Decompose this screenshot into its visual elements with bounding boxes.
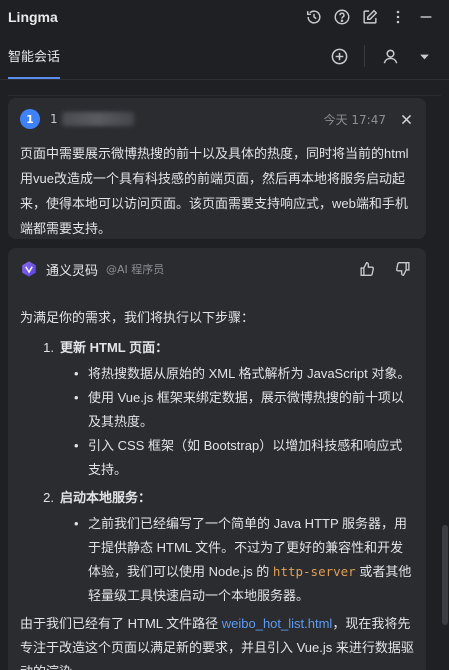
edit-icon[interactable] xyxy=(357,4,383,30)
history-icon[interactable] xyxy=(301,4,327,30)
user-icon[interactable] xyxy=(377,43,403,69)
tab-smart-chat[interactable]: 智能会话 xyxy=(8,46,61,79)
user-name-text: 1 xyxy=(50,111,58,126)
step-title: 更新 HTML 页面： xyxy=(60,340,169,355)
bullet-text: 之前我们已经编写了一个简单的 Java HTTP 服务器，用于提供静态 HTML… xyxy=(88,512,414,608)
step-heading: 1. 更新 HTML 页面： xyxy=(34,336,414,360)
bullet-item: • 之前我们已经编写了一个简单的 Java HTTP 服务器，用于提供静态 HTM… xyxy=(74,512,414,608)
bullet-text: 引入 CSS 框架（如 Bootstrap）以增加科技感和响应式支持。 xyxy=(88,438,403,477)
user-name: 1 xyxy=(50,112,134,127)
more-icon[interactable] xyxy=(385,4,411,30)
feedback-actions xyxy=(356,258,414,280)
ai-outro: 由于我们已经有了 HTML 文件路径 weibo_hot_list.html，现… xyxy=(20,612,414,670)
add-icon[interactable] xyxy=(326,43,352,69)
minimize-icon[interactable] xyxy=(413,4,439,30)
bullet-item: • 引入 CSS 框架（如 Bootstrap）以增加科技感和响应式支持。 xyxy=(74,434,414,482)
bullet-text: 使用 Vue.js 框架来绑定数据，展示微博热搜的前十项以及其热度。 xyxy=(88,390,404,429)
bullet-list: • 之前我们已经编写了一个简单的 Java HTTP 服务器，用于提供静态 HTM… xyxy=(74,512,414,608)
user-message-header: 1 1 今天 17:47 xyxy=(20,108,414,130)
dropdown-icon[interactable] xyxy=(411,43,437,69)
user-message-text: 页面中需要展示微博热搜的前十以及具体的热度，同时将当前的html用vue改造成一… xyxy=(20,146,409,236)
ai-name: 通义灵码 xyxy=(46,262,99,278)
file-link[interactable]: weibo_hot_list.html xyxy=(222,616,333,631)
close-icon[interactable] xyxy=(398,111,414,127)
message-time: 今天 17:47 xyxy=(323,112,386,127)
step-item: 1. 更新 HTML 页面： • 将热搜数据从原始的 XML 格式解析为 Java… xyxy=(20,336,414,482)
thumbs-up-icon[interactable] xyxy=(356,258,378,280)
outro-prefix: 由于我们已经有了 HTML 文件路径 xyxy=(20,616,222,631)
tongyi-logo-icon xyxy=(22,261,36,277)
bullet-item: • 使用 Vue.js 框架来绑定数据，展示微博热搜的前十项以及其热度。 xyxy=(74,386,414,434)
step-title: 启动本地服务： xyxy=(60,490,152,505)
title-bar: Lingma xyxy=(0,0,449,34)
step-item: 2. 启动本地服务： • 之前我们已经编写了一个简单的 Java HTTP 服务器… xyxy=(20,486,414,608)
ai-role-tag: @AI 程序员 xyxy=(106,263,165,276)
lingma-panel: Lingma 智能会话 1 1 今天 17:47 页面中需要展示微博热搜的前十以… xyxy=(0,0,449,670)
inline-code: http-server xyxy=(272,564,356,579)
thumbs-down-icon[interactable] xyxy=(392,258,414,280)
step-heading: 2. 启动本地服务： xyxy=(34,486,414,510)
previous-content-edge xyxy=(8,80,441,96)
bullet-list: • 将热搜数据从原始的 XML 格式解析为 JavaScript 对象。 • 使用 … xyxy=(74,362,414,482)
redacted-name xyxy=(61,112,134,127)
help-icon[interactable] xyxy=(329,4,355,30)
step-number: 1. xyxy=(43,340,54,355)
app-title: Lingma xyxy=(8,9,58,25)
step-number: 2. xyxy=(43,490,54,505)
ai-message-card: 通义灵码 @AI 程序员 为满足你的需求，我们将执行以下步骤： 1. 更新 HT… xyxy=(8,248,426,670)
user-message-card: 1 1 今天 17:47 页面中需要展示微博热搜的前十以及具体的热度，同时将当前… xyxy=(8,98,426,239)
tab-actions xyxy=(326,43,437,69)
bullet-text: 将热搜数据从原始的 XML 格式解析为 JavaScript 对象。 xyxy=(88,366,411,381)
ai-message-header: 通义灵码 @AI 程序员 xyxy=(20,258,414,280)
ai-message-body: 为满足你的需求，我们将执行以下步骤： 1. 更新 HTML 页面： • 将热搜数据… xyxy=(20,306,414,670)
steps-list: 1. 更新 HTML 页面： • 将热搜数据从原始的 XML 格式解析为 Java… xyxy=(20,336,414,608)
avatar: 1 xyxy=(20,109,40,129)
scrollbar-thumb[interactable] xyxy=(442,525,448,625)
tab-bar: 智能会话 xyxy=(0,34,449,80)
title-bar-actions xyxy=(301,4,439,30)
toolbar-divider xyxy=(364,45,365,67)
ai-intro: 为满足你的需求，我们将执行以下步骤： xyxy=(20,310,255,325)
bullet-item: • 将热搜数据从原始的 XML 格式解析为 JavaScript 对象。 xyxy=(74,362,414,386)
